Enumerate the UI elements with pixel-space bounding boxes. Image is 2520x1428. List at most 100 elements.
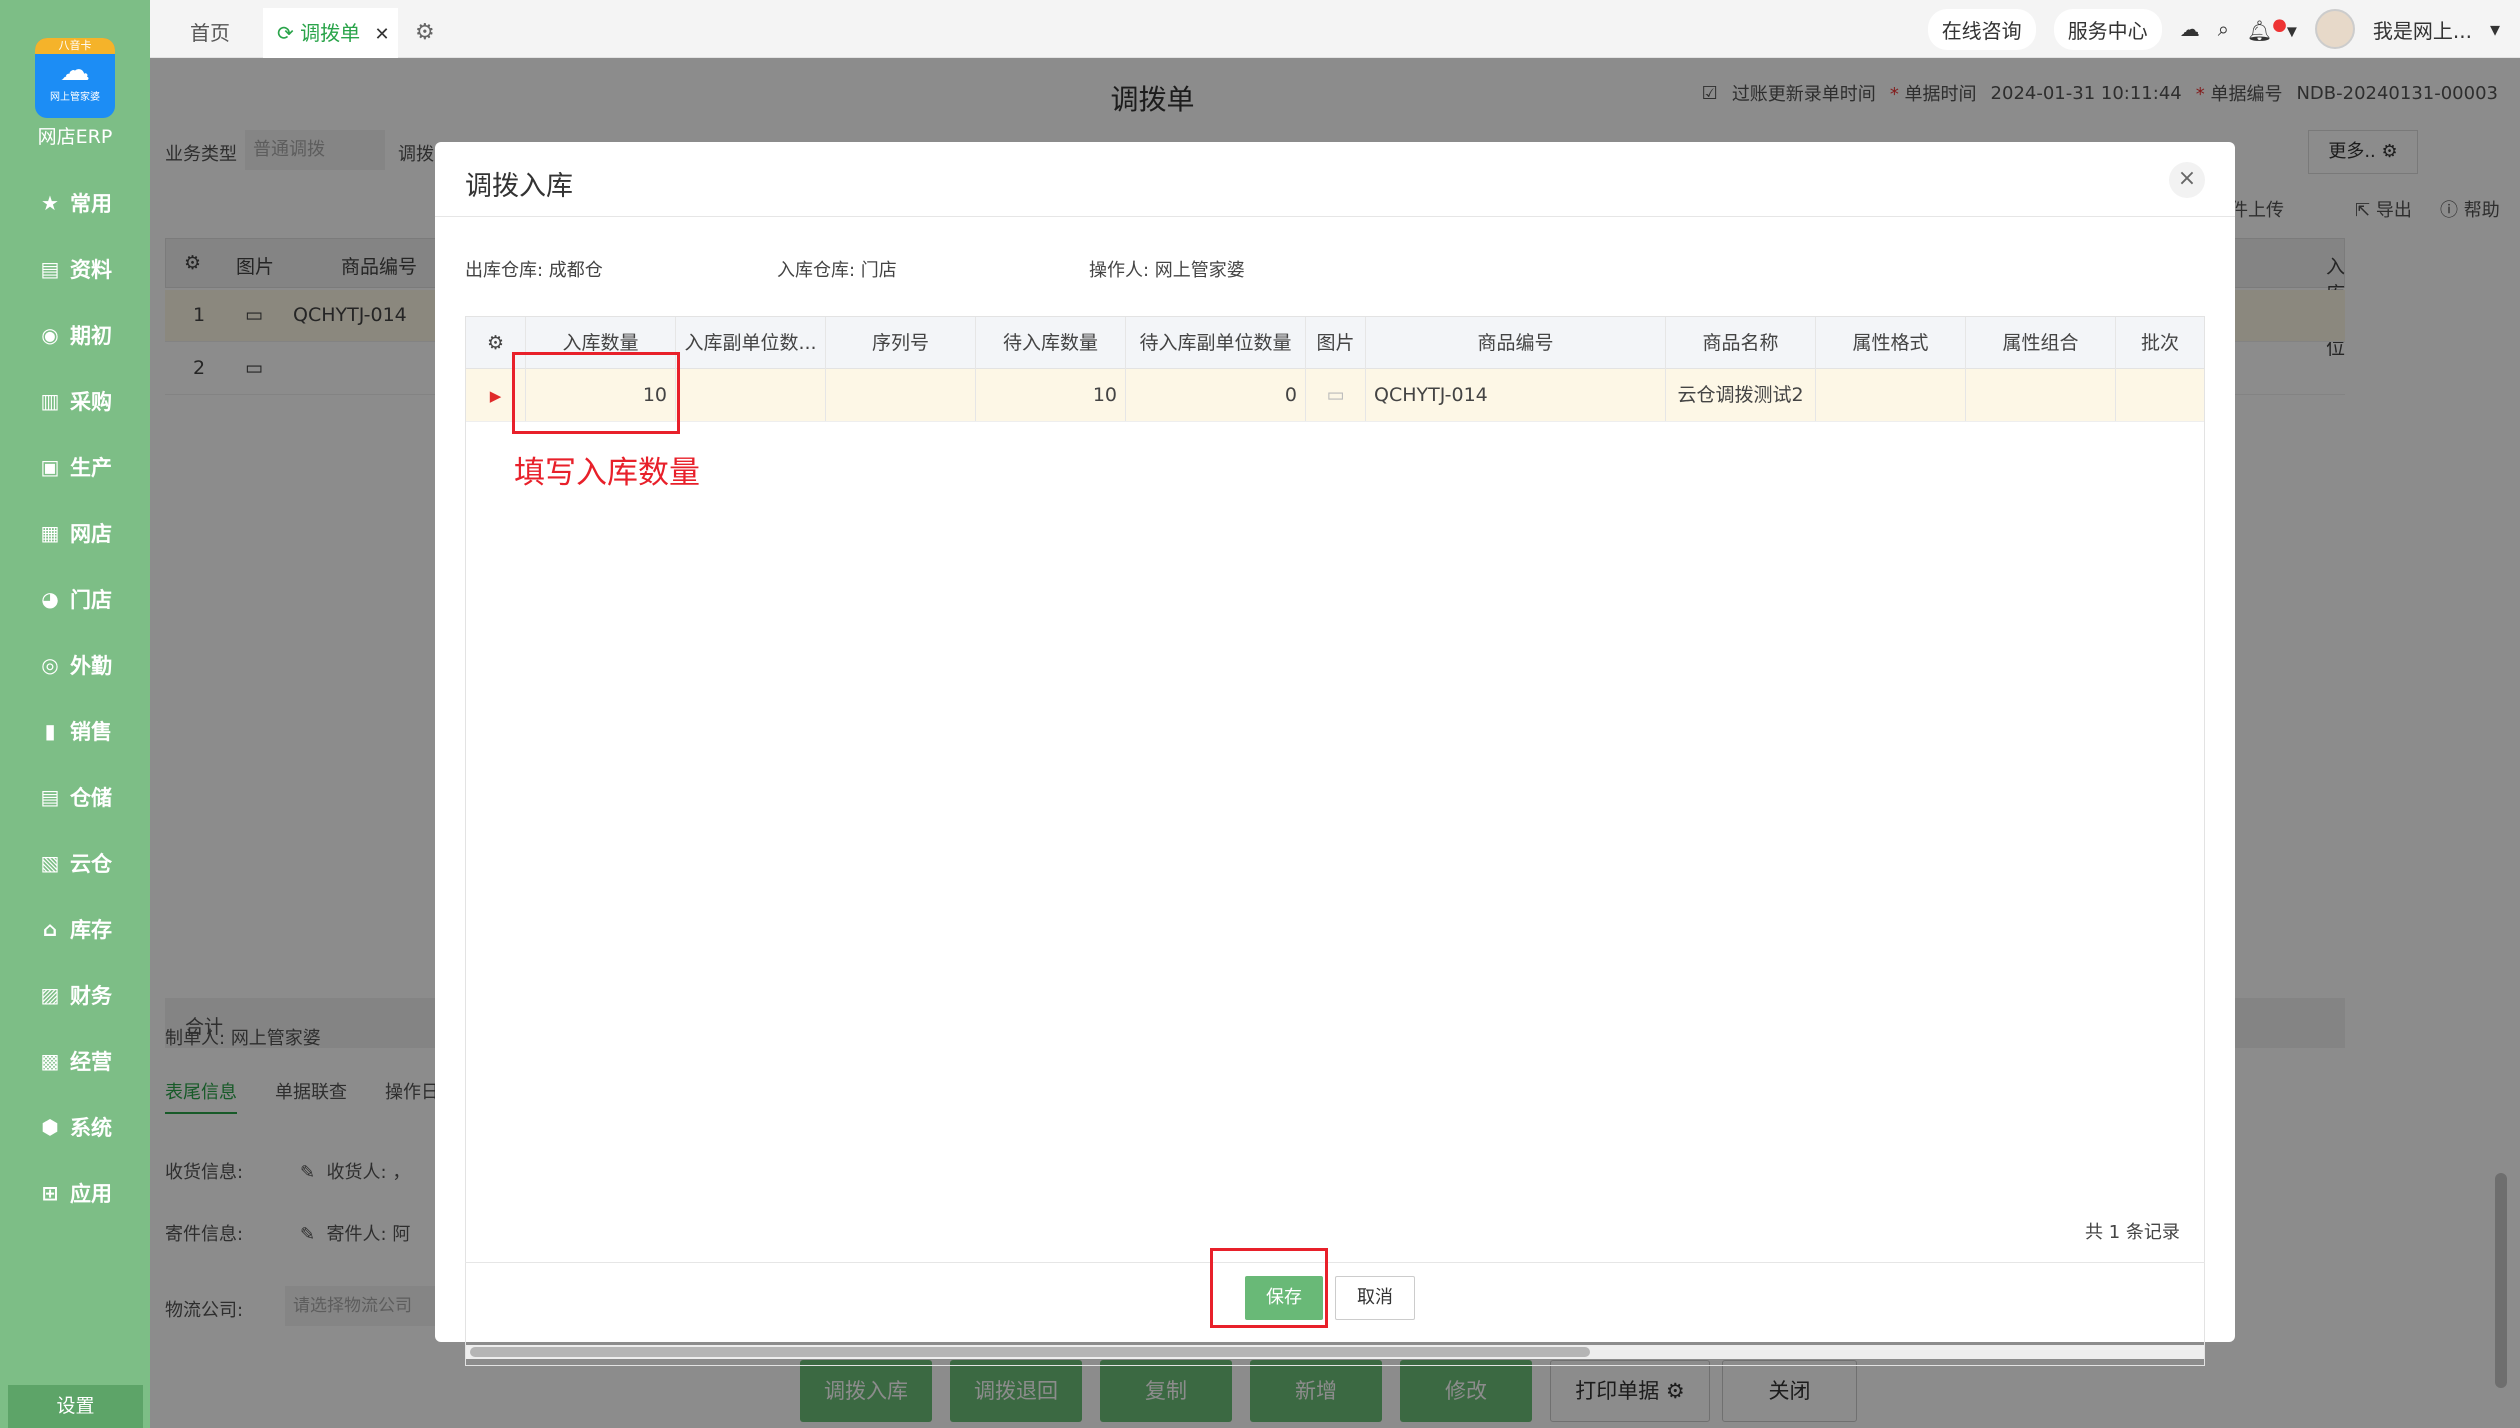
app-logo[interactable]: 八音卡 ☁ 网上管家婆 — [35, 38, 115, 118]
sidebar-item-label: 库存 — [70, 918, 112, 942]
avatar[interactable] — [2314, 9, 2355, 49]
product-name: 云仓调拨测试2 — [1666, 369, 1816, 421]
sidebar-item-label: 生产 — [70, 456, 112, 480]
close-icon[interactable]: × — [2169, 162, 2205, 198]
qty-highlight-box — [512, 352, 680, 434]
bell-icon[interactable]: 🔔︎●▾ — [2247, 15, 2297, 43]
col-attr-combo: 属性组合 — [1966, 317, 2116, 369]
brand-name: 网店ERP — [37, 126, 113, 148]
col-name: 商品名称 — [1666, 317, 1816, 369]
table-row[interactable]: ▶ 10 10 0 ▭ QCHYTJ-014 云仓调拨测试2 — [466, 369, 2204, 422]
settings-button[interactable]: 设置 — [8, 1385, 143, 1428]
refresh-icon: ⟳ — [277, 21, 294, 45]
col-image: 图片 — [1306, 317, 1366, 369]
divider — [435, 216, 2235, 217]
sidebar-item-store[interactable]: ◕ 门店 — [0, 566, 150, 632]
close-icon[interactable]: ✕ — [374, 24, 389, 45]
user-name[interactable]: 我是网上... — [2373, 15, 2472, 44]
cloud-warehouse-icon: ▧ — [40, 851, 60, 875]
field-icon: ◎ — [41, 653, 59, 677]
attr-format — [1816, 369, 1966, 421]
cloud-icon: ☁ — [60, 53, 90, 88]
gear-icon[interactable]: ⚙ — [415, 8, 435, 58]
save-button[interactable]: 保存 — [1245, 1276, 1323, 1320]
sidebar-item-label: 常用 — [70, 192, 112, 216]
pending-qty: 10 — [976, 369, 1126, 421]
sidebar-item-inventory[interactable]: ⌂ 库存 — [0, 896, 150, 962]
sidebar-item-opening[interactable]: ◉ 期初 — [0, 302, 150, 368]
col-pending-qty: 待入库数量 — [976, 317, 1126, 369]
sidebar: 八音卡 ☁ 网上管家婆 网店ERP ★ 常用 ▤ 资料 ◉ 期初 ▥ 采购 ▣ 生产 ▦ 网… — [0, 0, 150, 1428]
sidebar-item-label: 财务 — [70, 984, 112, 1008]
top-right-tools: 在线咨询 服务中心 ☁ ⌕ 🔔︎●▾ 我是网上... ▾ — [1927, 8, 2500, 50]
production-icon: ▣ — [40, 455, 60, 479]
sidebar-item-purchase[interactable]: ▥ 采购 — [0, 368, 150, 434]
sidebar-item-label: 采购 — [70, 390, 112, 414]
sidebar-item-sales[interactable]: ▮ 销售 — [0, 698, 150, 764]
attr-combo — [1966, 369, 2116, 421]
sidebar-item-field[interactable]: ◎ 外勤 — [0, 632, 150, 698]
sidebar-item-label: 销售 — [70, 720, 112, 744]
tab-transfer-order[interactable]: ⟳ 调拨单 ✕ — [263, 8, 398, 58]
sidebar-item-label: 期初 — [70, 324, 112, 348]
divider — [465, 1262, 2205, 1263]
sidebar-item-storage[interactable]: ▤ 仓储 — [0, 764, 150, 830]
sidebar-item-business[interactable]: ▩ 经营 — [0, 1028, 150, 1094]
qty-annotation: 填写入库数量 — [514, 455, 700, 491]
chevron-down-icon[interactable]: ▾ — [2490, 17, 2500, 41]
col-pending-sub-qty: 待入库副单位数量 — [1126, 317, 1306, 369]
sidebar-item-common[interactable]: ★ 常用 — [0, 170, 150, 236]
in-warehouse-info: 入库仓库: 门店 — [777, 260, 897, 281]
sidebar-item-cloud[interactable]: ▧ 云仓 — [0, 830, 150, 896]
sidebar-nav: ★ 常用 ▤ 资料 ◉ 期初 ▥ 采购 ▣ 生产 ▦ 网店 ◕ 门店 ◎ 外勤 ▮ 销售 ▤ 仓储 … — [0, 170, 150, 1226]
sidebar-item-label: 外勤 — [70, 654, 112, 678]
cloud-download-icon[interactable]: ☁ — [2180, 17, 2200, 41]
search-icon[interactable]: ⌕ — [2218, 17, 2229, 41]
in-sub-qty-input[interactable] — [676, 369, 826, 421]
inventory-icon: ⌂ — [42, 917, 58, 941]
sidebar-item-label: 仓储 — [70, 786, 112, 810]
sidebar-item-label: 云仓 — [70, 852, 112, 876]
business-icon: ▩ — [40, 1049, 60, 1073]
tab-label: 调拨单 — [300, 21, 361, 45]
col-in-sub-qty: 入库副单位数... — [676, 317, 826, 369]
sidebar-item-finance[interactable]: ▨ 财务 — [0, 962, 150, 1028]
grid-header: ⚙ 入库数量 入库副单位数... 序列号 待入库数量 待入库副单位数量 图片 商… — [466, 317, 2204, 369]
finance-icon: ▨ — [40, 983, 60, 1007]
sidebar-item-label: 网店 — [70, 522, 112, 546]
shop-icon: ▦ — [40, 521, 60, 545]
logo-top-text: 八音卡 — [35, 38, 115, 54]
star-icon: ★ — [41, 191, 59, 215]
col-batch: 批次 — [2140, 332, 2179, 354]
target-icon: ◉ — [41, 323, 59, 347]
tab-home[interactable]: 首页 — [190, 8, 230, 58]
transfer-in-dialog: 调拨入库 × 出库仓库: 成都仓 入库仓库: 门店 操作人: 网上管家婆 ⚙ 入… — [435, 142, 2235, 1366]
dialog-title: 调拨入库 — [465, 171, 573, 202]
record-count: 共 1 条记录 — [2085, 1222, 2180, 1243]
sidebar-item-system[interactable]: ⬢ 系统 — [0, 1094, 150, 1160]
scrollbar-thumb[interactable] — [470, 1347, 1590, 1357]
sales-icon: ▮ — [44, 719, 56, 743]
purchase-icon: ▥ — [40, 389, 60, 413]
system-icon: ⬢ — [41, 1115, 59, 1139]
logo-sub-text: 网上管家婆 — [50, 92, 100, 103]
sidebar-item-label: 系统 — [70, 1116, 112, 1140]
cancel-button[interactable]: 取消 — [1335, 1276, 1415, 1320]
horizontal-scrollbar[interactable] — [466, 1345, 2204, 1359]
product-code: QCHYTJ-014 — [1366, 369, 1666, 421]
sidebar-item-apps[interactable]: ⊞ 应用 — [0, 1160, 150, 1226]
online-consult-button[interactable]: 在线咨询 — [1927, 8, 2036, 50]
apps-icon: ⊞ — [41, 1181, 59, 1205]
sidebar-item-webshop[interactable]: ▦ 网店 — [0, 500, 150, 566]
batch — [2116, 369, 2204, 421]
serial-input[interactable] — [826, 369, 976, 421]
pending-sub-qty: 0 — [1126, 369, 1306, 421]
image-icon: ▭ — [1306, 369, 1366, 421]
sidebar-item-label: 经营 — [70, 1050, 112, 1074]
sidebar-item-production[interactable]: ▣ 生产 — [0, 434, 150, 500]
service-center-button[interactable]: 服务中心 — [2053, 8, 2162, 50]
sidebar-item-label: 资料 — [70, 258, 112, 282]
col-serial: 序列号 — [826, 317, 976, 369]
col-code: 商品编号 — [1366, 317, 1666, 369]
sidebar-item-data[interactable]: ▤ 资料 — [0, 236, 150, 302]
